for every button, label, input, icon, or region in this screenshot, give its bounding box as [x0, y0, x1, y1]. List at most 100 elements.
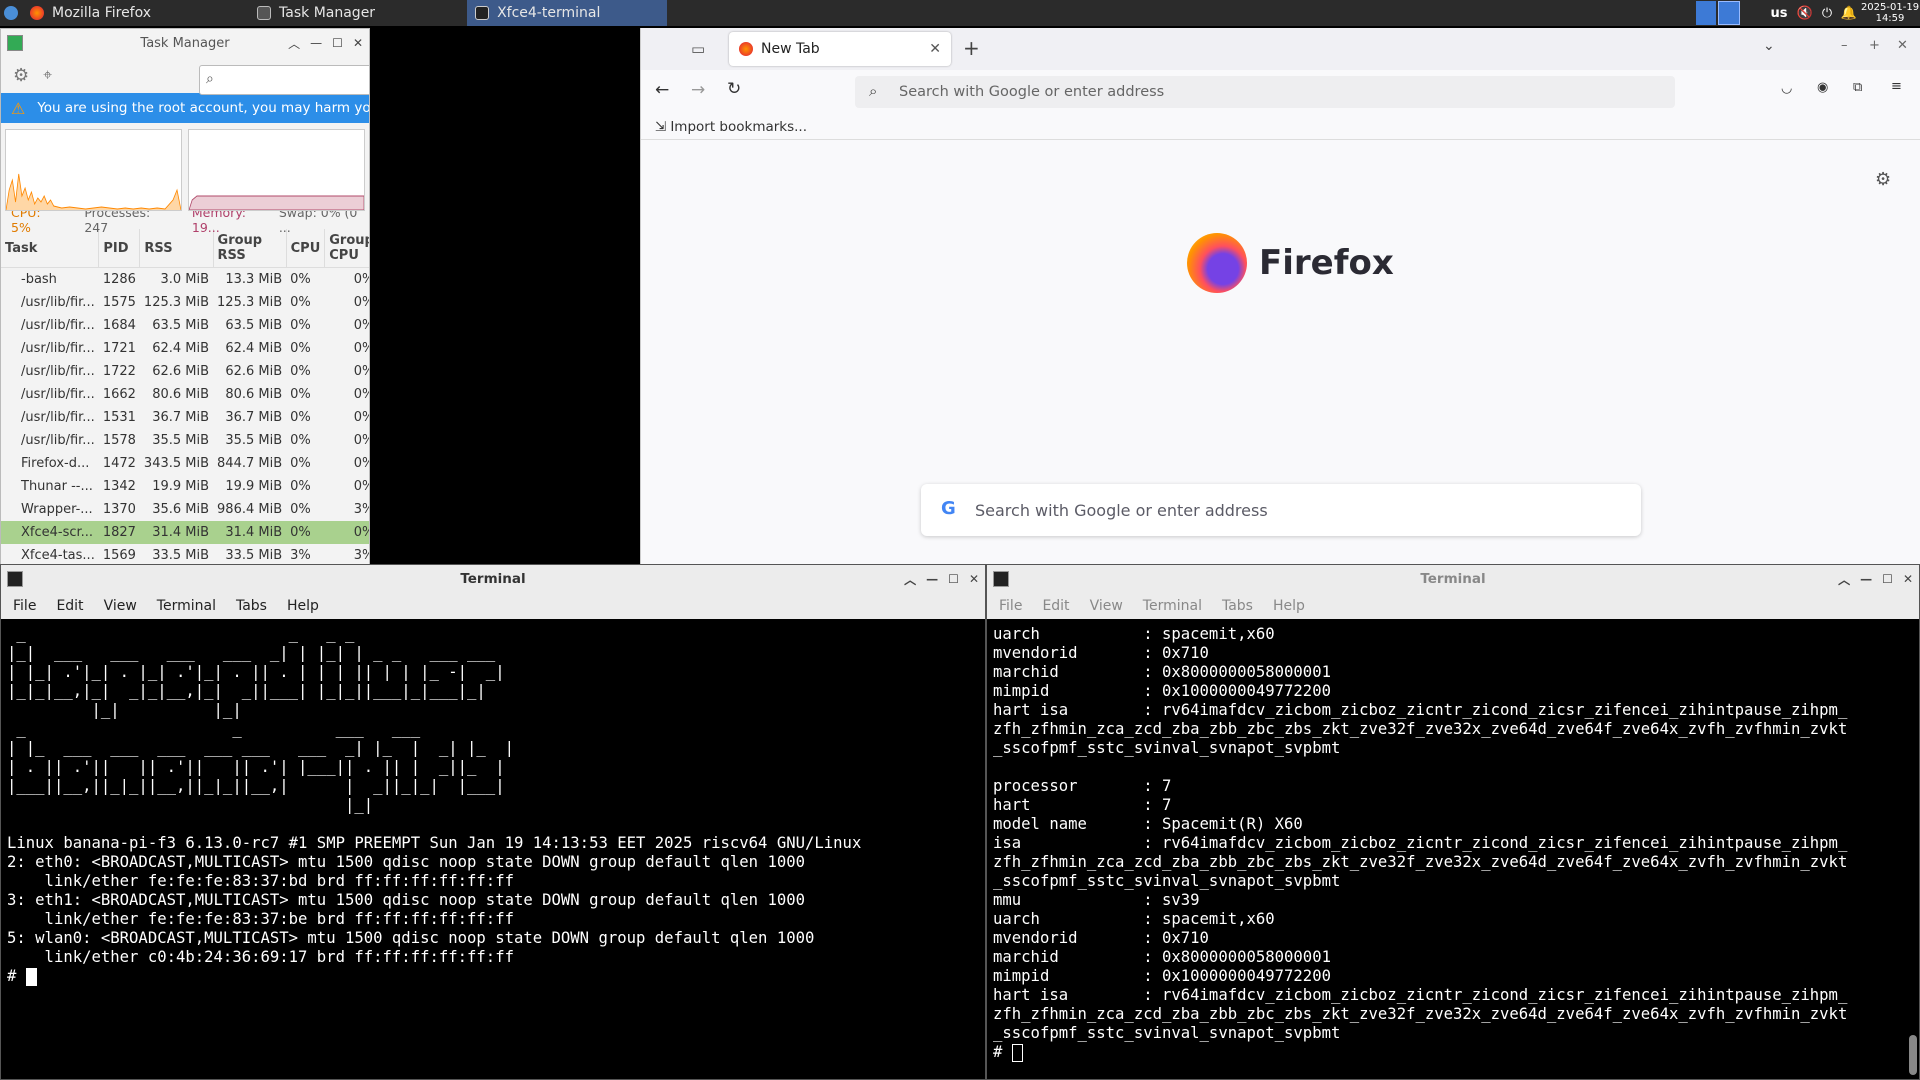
workspace-1[interactable] — [1696, 1, 1716, 25]
menu-view[interactable]: View — [1090, 598, 1123, 614]
applications-menu-button[interactable] — [0, 0, 22, 26]
table-row[interactable]: /usr/lib/fir... 1578 35.5 MiB 35.5 MiB 0% 0% — [1, 429, 369, 452]
close-tab-icon[interactable]: ✕ — [929, 41, 941, 57]
column-header-group-cpu[interactable]: Group CPU — [324, 229, 369, 268]
terminal-scrollbar[interactable] — [1909, 625, 1917, 1075]
terminal-titlebar[interactable]: Terminal ︿ — ☐ ✕ — [987, 565, 1919, 593]
table-row[interactable]: /usr/lib/fir... 1531 36.7 MiB 36.7 MiB 0% 0% — [1, 406, 369, 429]
group-rss-cell: 80.6 MiB — [225, 386, 283, 402]
shade-button[interactable]: ︿ — [288, 35, 300, 52]
menu-edit[interactable]: Edit — [1042, 598, 1069, 614]
table-row[interactable]: /usr/lib/fir... 1722 62.6 MiB 62.6 MiB 0% 0% — [1, 360, 369, 383]
back-arrow-icon[interactable]: ← — [655, 80, 669, 100]
settings-gear-icon[interactable]: ⚙ — [13, 65, 29, 86]
menu-help[interactable]: Help — [287, 598, 319, 614]
group-rss-cell: 63.5 MiB — [225, 317, 283, 333]
new-tab-plus-icon[interactable]: + — [963, 36, 980, 60]
tab-new-tab[interactable]: New Tab ✕ — [729, 32, 951, 66]
taskbar-item-firefox[interactable]: Mozilla Firefox — [22, 0, 159, 26]
task-cell: /usr/lib/fir... — [21, 432, 95, 448]
memory-graph — [188, 129, 365, 211]
close-button[interactable]: ✕ — [1903, 572, 1913, 586]
forward-arrow-icon[interactable]: → — [691, 80, 705, 100]
group-rss-cell: 19.9 MiB — [225, 478, 283, 494]
close-button[interactable]: ✕ — [969, 572, 979, 586]
tab-overview-icon[interactable]: ▭ — [691, 40, 705, 58]
task-manager-titlebar[interactable]: Task Manager ︿ — ☐ ✕ — [1, 29, 369, 57]
table-row[interactable]: /usr/lib/fir... 1575 125.3 MiB 125.3 MiB 0% 0… — [1, 291, 369, 314]
table-row[interactable]: Xfce4-tas... 1569 33.5 MiB 33.5 MiB 3% 3% — [1, 544, 369, 566]
pocket-icon[interactable]: ◡ — [1781, 81, 1792, 96]
firefox-favicon-icon — [739, 42, 753, 56]
column-header-group-rss[interactable]: Group RSS — [213, 229, 287, 268]
firefox-icon — [30, 6, 44, 20]
minimize-button[interactable]: — — [926, 572, 938, 586]
menu-view[interactable]: View — [104, 598, 137, 614]
personalize-gear-icon[interactable]: ⚙ — [1875, 169, 1891, 190]
menu-tabs[interactable]: Tabs — [1222, 598, 1253, 614]
table-row[interactable]: /usr/lib/fir... 1721 62.4 MiB 62.4 MiB 0% 0% — [1, 337, 369, 360]
usage-graphs — [1, 123, 369, 211]
task-cell: Firefox-d... — [21, 455, 90, 471]
target-crosshair-icon[interactable]: ⌖ — [43, 65, 52, 85]
workspace-2[interactable] — [1718, 1, 1740, 25]
table-row[interactable]: Firefox-d... 1472 343.5 MiB 844.7 MiB 0% 0% — [1, 452, 369, 475]
terminal-titlebar[interactable]: Terminal ︿ — ☐ ✕ — [1, 565, 985, 593]
url-bar[interactable]: ⌕ Search with Google or enter address — [855, 76, 1675, 108]
shade-button[interactable]: ︿ — [1838, 571, 1850, 588]
table-row[interactable]: -bash 1286 3.0 MiB 13.3 MiB 0% 0% — [1, 268, 369, 291]
import-icon: ⇲ — [655, 118, 667, 135]
table-row[interactable]: /usr/lib/fir... 1662 80.6 MiB 80.6 MiB 0% 0% — [1, 383, 369, 406]
menu-edit[interactable]: Edit — [56, 598, 83, 614]
menu-file[interactable]: File — [999, 598, 1022, 614]
cpu-cell: 0% — [290, 478, 311, 494]
table-row[interactable]: /usr/lib/fir... 1684 63.5 MiB 63.5 MiB 0% 0% — [1, 314, 369, 337]
menu-hamburger-icon[interactable]: ≡ — [1891, 79, 1902, 94]
table-row[interactable]: Thunar --... 1342 19.9 MiB 19.9 MiB 0% 0% — [1, 475, 369, 498]
menu-file[interactable]: File — [13, 598, 36, 614]
minimize-button[interactable]: — — [1860, 572, 1872, 586]
rss-cell: 125.3 MiB — [143, 294, 210, 310]
maximize-button[interactable]: ☐ — [1882, 572, 1893, 586]
cpu-cell: 0% — [286, 520, 325, 544]
power-icon[interactable]: ⏻ — [1816, 0, 1838, 26]
minimize-button[interactable]: – — [1841, 38, 1848, 53]
rss-cell: 19.9 MiB — [152, 478, 210, 494]
pid-cell: 1286 — [102, 271, 136, 287]
notification-bell-icon[interactable]: 🔔 — [1838, 0, 1860, 26]
new-tab-search-box[interactable]: G Search with Google or enter address — [921, 484, 1641, 536]
terminal-output[interactable]: _ _ _ _ |_| ___ ___ ___ ___ _| | |_| | _… — [1, 621, 985, 1079]
scrollbar-thumb[interactable] — [1909, 1035, 1917, 1075]
account-icon[interactable]: ◉ — [1817, 80, 1828, 95]
group-cpu-cell: 0% — [353, 363, 369, 379]
reload-icon[interactable]: ↻ — [727, 79, 741, 99]
keyboard-layout-indicator[interactable]: us — [1764, 0, 1794, 26]
group-cpu-cell: 0% — [353, 294, 369, 310]
menu-terminal[interactable]: Terminal — [1143, 598, 1202, 614]
shade-button[interactable]: ︿ — [904, 571, 916, 588]
taskbar-item-task-manager[interactable]: Task Manager — [249, 0, 383, 26]
menu-terminal[interactable]: Terminal — [157, 598, 216, 614]
group-rss-cell: 13.3 MiB — [225, 271, 283, 287]
close-button[interactable]: ✕ — [1897, 38, 1908, 53]
maximize-button[interactable]: ☐ — [332, 36, 343, 50]
menu-help[interactable]: Help — [1273, 598, 1305, 614]
volume-muted-icon[interactable]: 🔇 — [1794, 0, 1816, 26]
clock[interactable]: 2025-01-19 14:59 — [1860, 2, 1920, 24]
process-search-input[interactable]: ⌕ ✕ — [199, 65, 369, 95]
import-bookmarks-link[interactable]: ⇲ Import bookmarks... — [655, 119, 807, 135]
extensions-icon[interactable]: ⧉ — [1853, 80, 1862, 95]
menu-tabs[interactable]: Tabs — [236, 598, 267, 614]
table-row[interactable]: Wrapper-... 1370 35.6 MiB 986.4 MiB 0% 3% — [1, 498, 369, 521]
window-title: Task Manager — [140, 35, 230, 51]
maximize-button[interactable]: + — [1869, 38, 1880, 53]
group-cpu-cell: 0% — [324, 520, 369, 544]
terminal-output[interactable]: uarch : spacemit,x60 mvendorid : 0x710 m… — [987, 621, 1919, 1079]
taskbar-item-terminal[interactable]: Xfce4-terminal — [467, 0, 668, 26]
list-all-tabs-chevron-icon[interactable]: ⌄ — [1763, 38, 1775, 54]
close-button[interactable]: ✕ — [353, 36, 363, 50]
maximize-button[interactable]: ☐ — [948, 572, 959, 586]
minimize-button[interactable]: — — [310, 36, 322, 50]
workspace-switcher[interactable] — [1696, 1, 1740, 25]
table-row[interactable]: Xfce4-scr...182731.4 MiB31.4 MiB0%0% — [1, 520, 369, 544]
